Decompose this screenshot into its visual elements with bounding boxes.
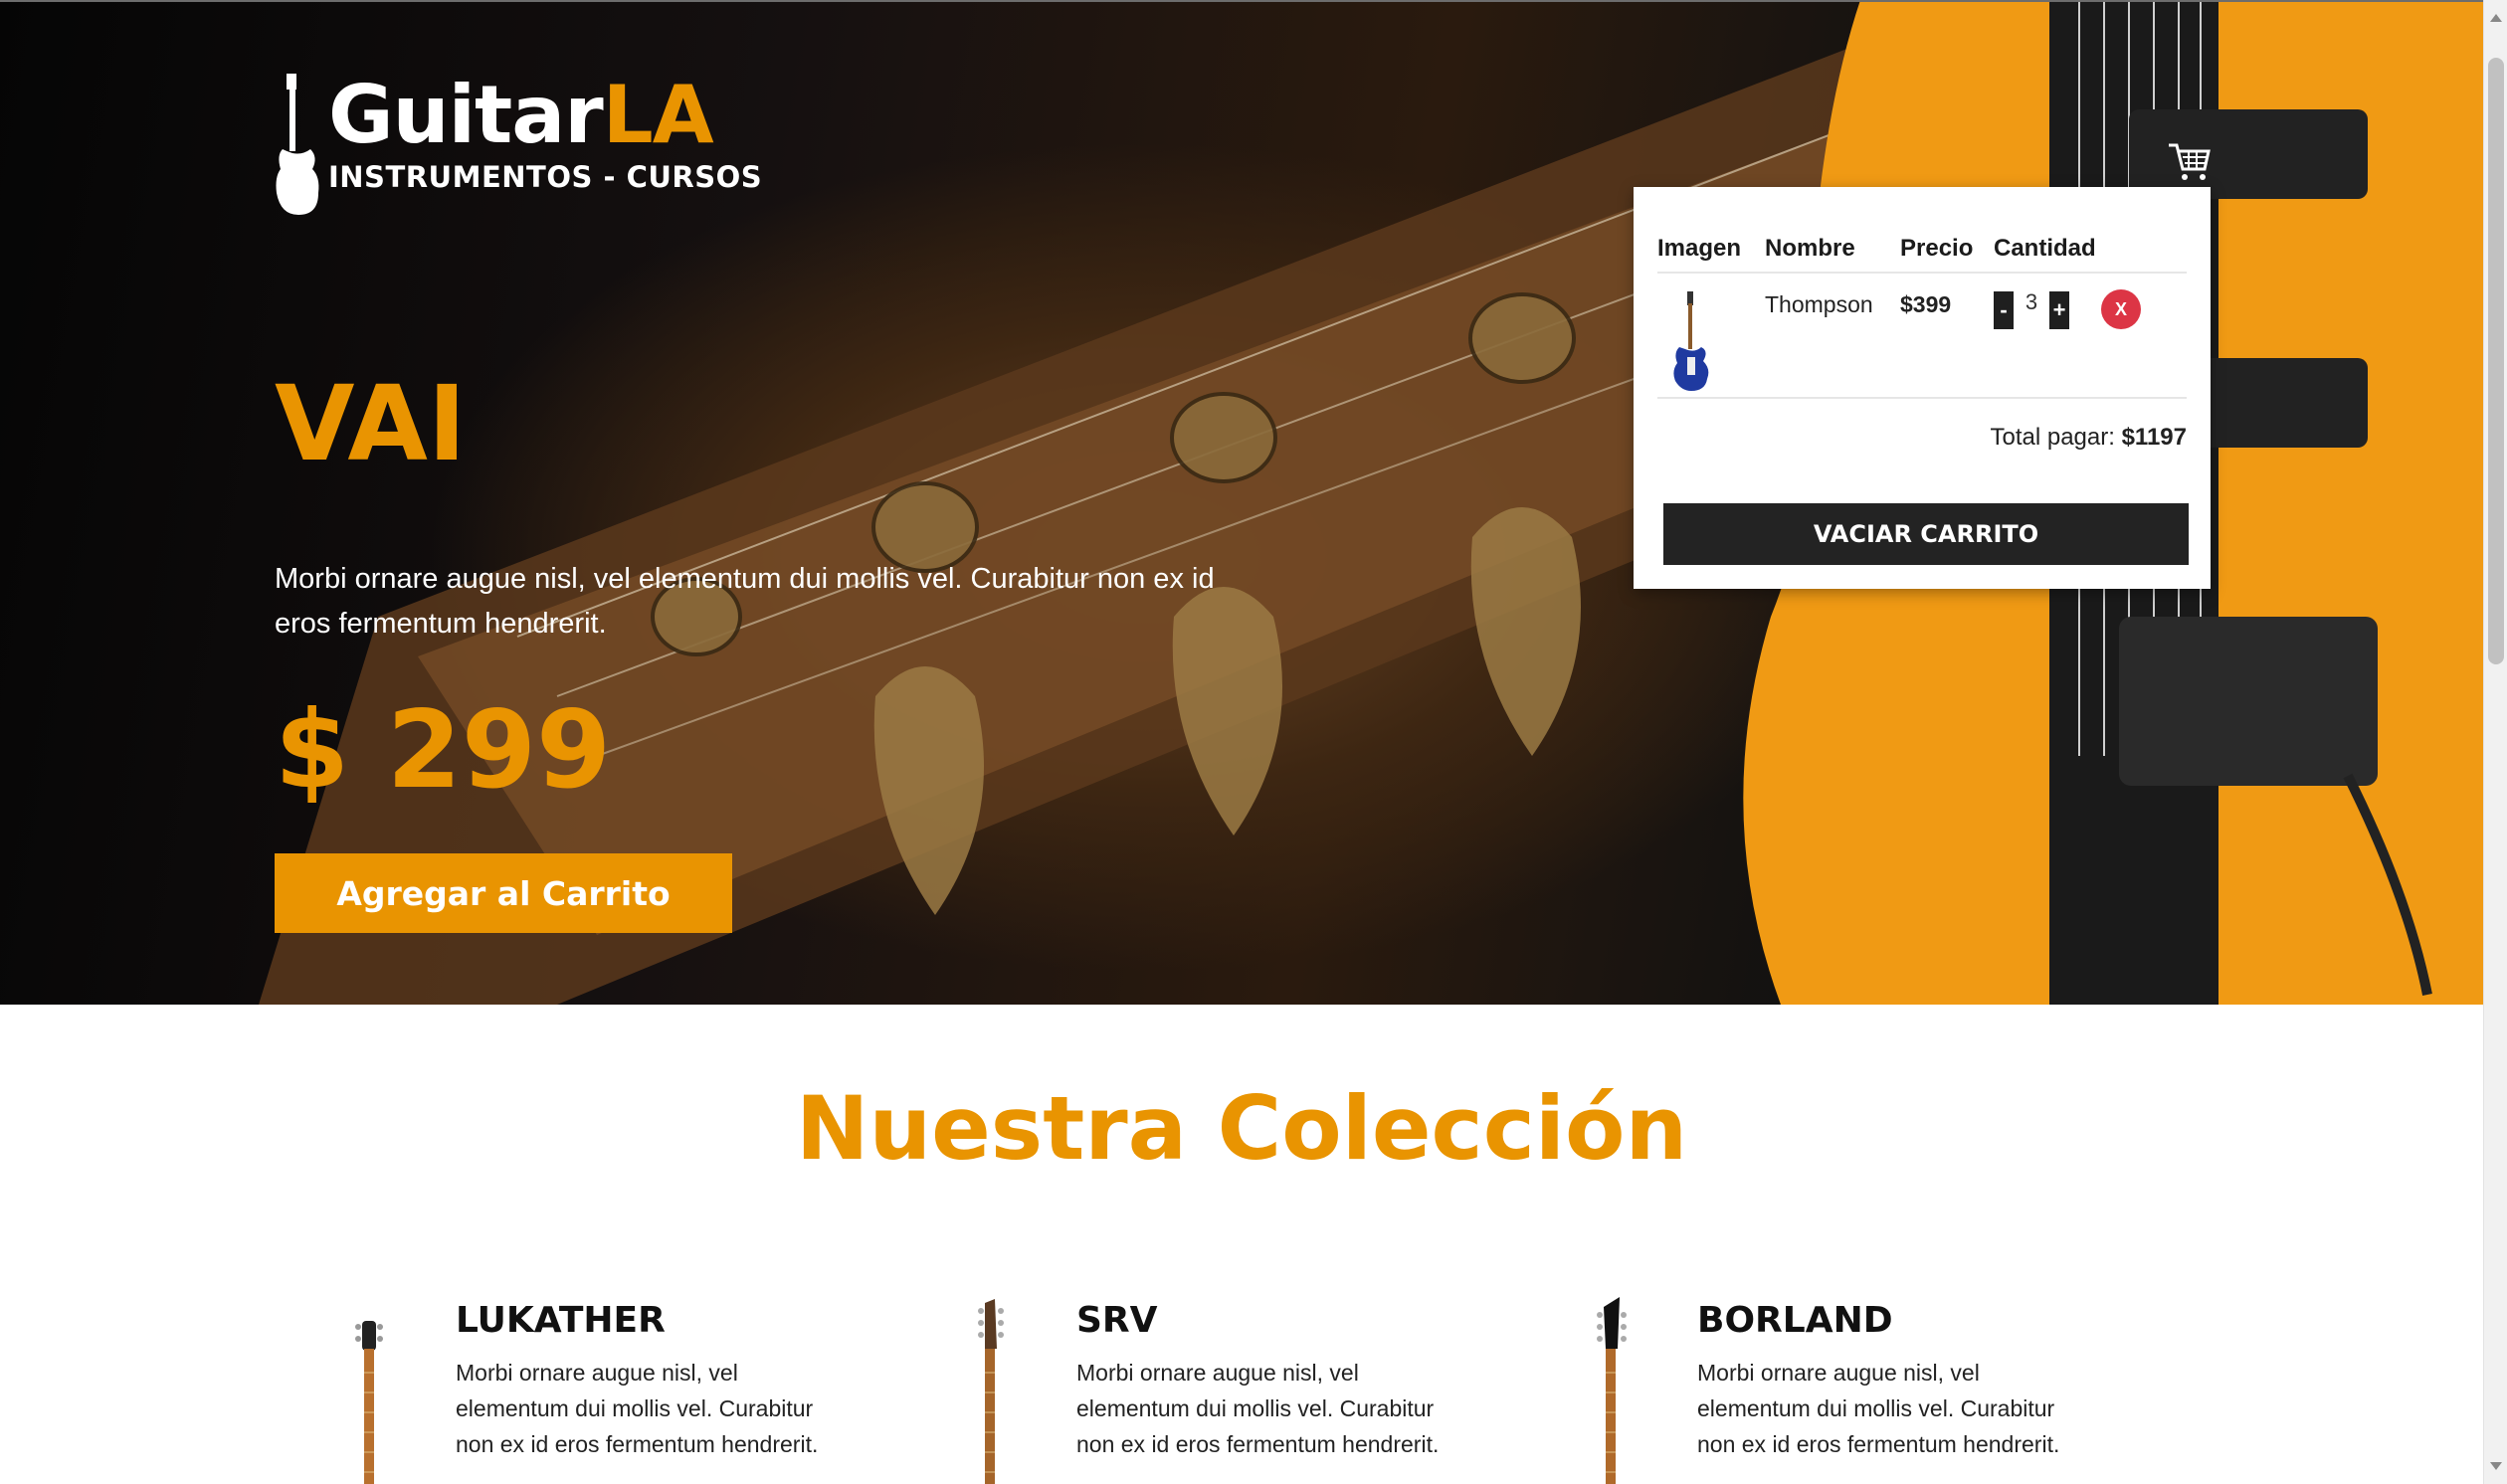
- add-to-cart-button[interactable]: Agregar al Carrito: [275, 853, 732, 933]
- remove-item-button[interactable]: X: [2101, 289, 2141, 329]
- product-card: BORLAND Morbi ornare augue nisl, vel ele…: [1560, 1293, 2117, 1484]
- product-guitar-image: [1597, 1297, 1627, 1484]
- cart-item-quantity-cell: - 3 + X: [1994, 273, 2187, 399]
- product-description: Morbi ornare augue nisl, vel elementum d…: [456, 1360, 819, 1457]
- product-name: LUKATHER: [456, 1300, 666, 1341]
- product-description: Morbi ornare augue nisl, vel elementum d…: [1697, 1360, 2060, 1457]
- hero-product-price: $ 299: [275, 688, 612, 813]
- cart-item-price: $399: [1900, 273, 1994, 399]
- page-scrollbar[interactable]: [2483, 0, 2507, 1484]
- cart-header-image: Imagen: [1657, 225, 1765, 274]
- cart-header-quantity: Cantidad: [1994, 225, 2187, 274]
- cart-table-header: Imagen Nombre Precio Cantidad: [1657, 225, 2187, 274]
- empty-cart-button[interactable]: VACIAR CARRITO: [1663, 503, 2189, 565]
- cart-total: Total pagar: $1197: [1990, 424, 2187, 452]
- product-description: Morbi ornare augue nisl, vel elementum d…: [1076, 1360, 1440, 1457]
- hero-product-description: Morbi ornare augue nisl, vel elementum d…: [275, 563, 1215, 640]
- product-card: LUKATHER Morbi ornare augue nisl, vel el…: [318, 1293, 875, 1484]
- guitar-logo-icon: [276, 74, 319, 215]
- scrollbar-thumb[interactable]: [2488, 58, 2504, 664]
- cart-table: Imagen Nombre Precio Cantidad Thompson $…: [1657, 225, 2187, 399]
- cart-item-name: Thompson: [1765, 273, 1900, 399]
- cart-dropdown: Imagen Nombre Precio Cantidad Thompson $…: [1634, 187, 2211, 589]
- logo-tagline: INSTRUMENTOS - CURSOS: [328, 160, 763, 194]
- cart-header-price: Precio: [1900, 225, 1994, 274]
- scroll-up-arrow-icon[interactable]: [2490, 14, 2502, 22]
- collection-title: Nuestra Colección: [795, 1077, 1688, 1180]
- cart-header-name: Nombre: [1765, 225, 1900, 274]
- cart-row: Thompson $399 - 3 + X: [1657, 273, 2187, 399]
- product-name: SRV: [1076, 1300, 1158, 1341]
- decrement-quantity-button[interactable]: -: [1994, 291, 2014, 329]
- product-card: SRV Morbi ornare augue nisl, vel element…: [939, 1293, 1496, 1484]
- cart-item-image-cell: [1657, 273, 1765, 399]
- quantity-value: 3: [2025, 289, 2038, 314]
- product-guitar-image: [978, 1299, 1004, 1484]
- increment-quantity-button[interactable]: +: [2049, 291, 2069, 329]
- quantity-stepper: - 3 + X: [1994, 289, 2187, 329]
- logo-title-part2: LA: [602, 69, 714, 161]
- shopping-cart-icon[interactable]: [2165, 137, 2213, 185]
- cart-total-label: Total pagar:: [1990, 424, 2115, 451]
- product-guitar-image: [355, 1321, 383, 1484]
- hero-product-title: VAI: [275, 363, 467, 484]
- logo-title-part1: Guitar: [328, 69, 604, 161]
- cart-item-guitar-image: [1673, 291, 1709, 391]
- logo-title: GuitarLA: [328, 74, 762, 157]
- scroll-down-arrow-icon[interactable]: [2490, 1462, 2502, 1470]
- logo[interactable]: GuitarLA INSTRUMENTOS - CURSOS: [275, 74, 762, 215]
- cart-total-value: $1197: [2121, 424, 2187, 451]
- browser-top-border: [0, 0, 2483, 2]
- product-name: BORLAND: [1697, 1300, 1893, 1341]
